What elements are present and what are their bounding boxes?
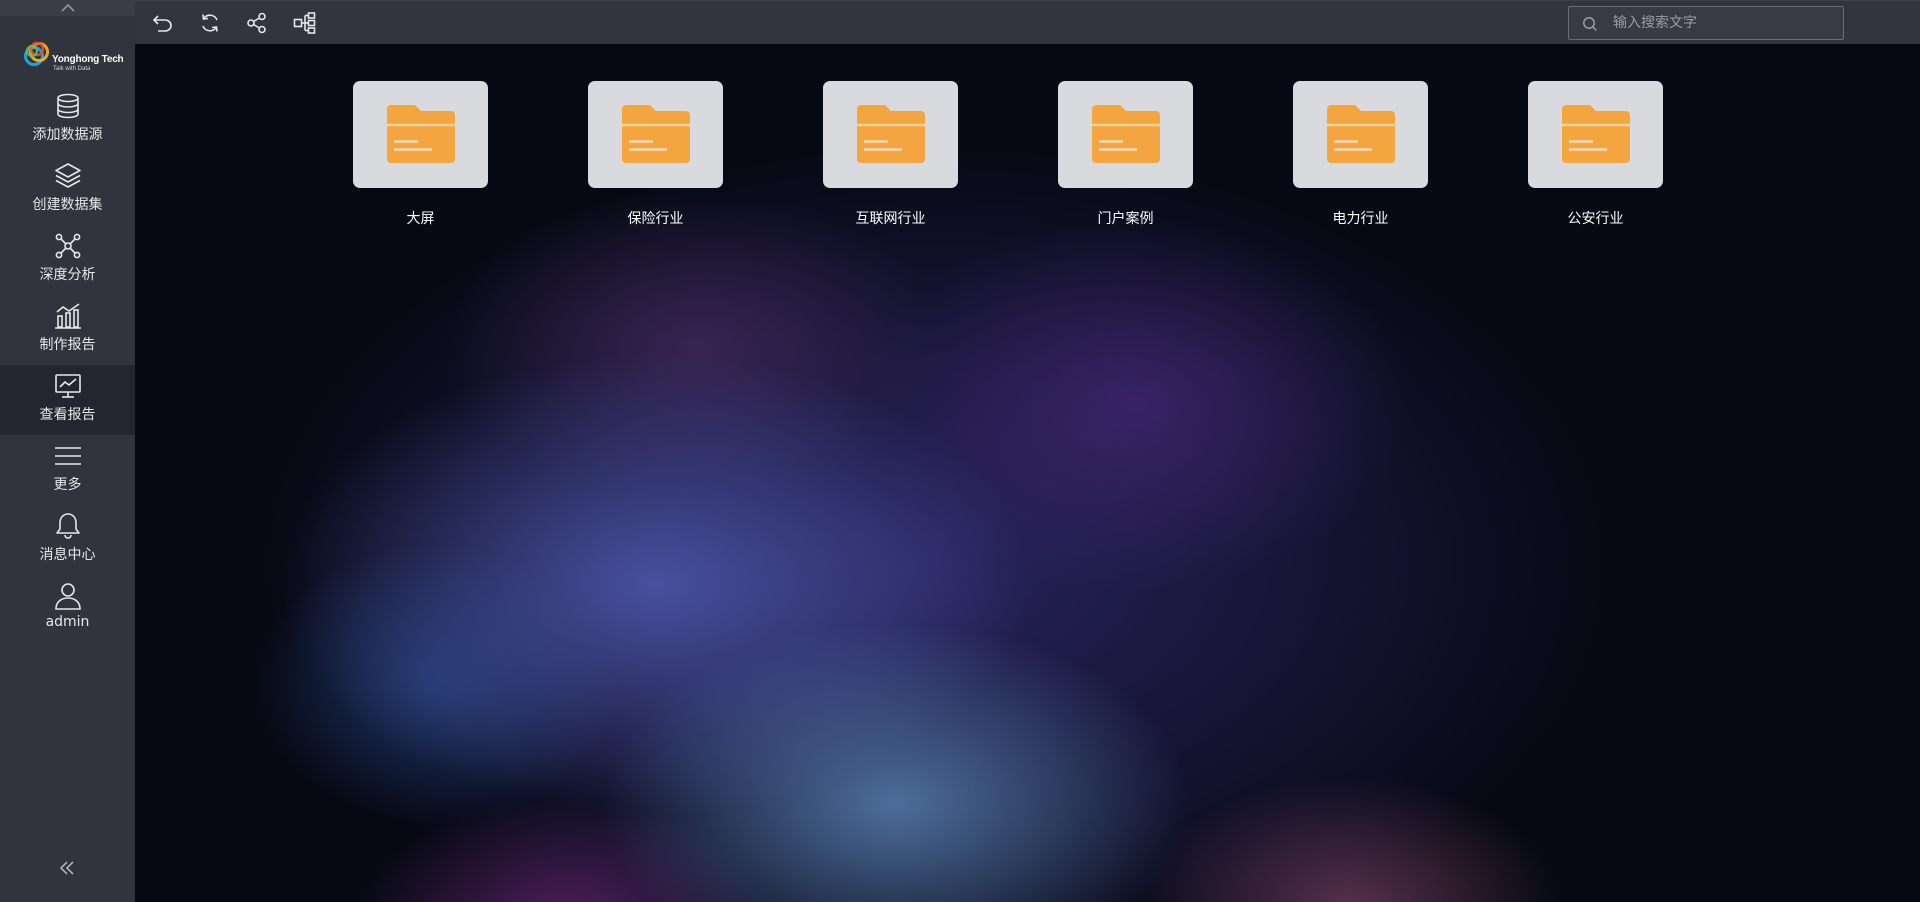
logo-subtitle: Talk with Data bbox=[53, 66, 91, 72]
sidebar-item-label: 更多 bbox=[53, 477, 82, 493]
back-icon bbox=[152, 15, 172, 32]
search-icon bbox=[1583, 17, 1598, 32]
folder-icon bbox=[621, 104, 690, 163]
app-window: Yonghong Tech Talk with Data 添加数据源 创建数据集… bbox=[0, 0, 1920, 902]
menu-lines-icon bbox=[54, 447, 81, 465]
share-button[interactable] bbox=[243, 9, 271, 37]
user-icon bbox=[54, 583, 81, 610]
sidebar-item-label: 消息中心 bbox=[39, 547, 96, 563]
tree-structure-icon bbox=[293, 12, 316, 34]
report-folder-area: 大屏 保险行业 互联网行业 门户案例 电力行业 公安行业 bbox=[135, 44, 1920, 902]
folder-icon bbox=[856, 104, 925, 163]
sidebar-item-add-datasource[interactable]: 添加数据源 bbox=[0, 85, 135, 155]
folder-name: 公安行业 bbox=[1567, 211, 1624, 227]
sidebar-item-deep-analysis[interactable]: 深度分析 bbox=[0, 225, 135, 295]
search-box[interactable] bbox=[1568, 6, 1844, 40]
double-chevron-left-icon bbox=[59, 861, 74, 875]
share-icon bbox=[247, 12, 266, 34]
folder-icon bbox=[1561, 104, 1630, 163]
sidebar-item-label: 查看报告 bbox=[39, 407, 96, 423]
logo-rings-icon bbox=[24, 41, 49, 66]
database-icon bbox=[56, 93, 79, 119]
folder-name: 保险行业 bbox=[627, 211, 684, 227]
folder-tile[interactable] bbox=[1528, 81, 1663, 188]
sidebar-item-create-dataset[interactable]: 创建数据集 bbox=[0, 155, 135, 225]
back-button[interactable] bbox=[149, 9, 177, 37]
sidebar-item-label: 制作报告 bbox=[39, 337, 96, 353]
sidebar-collapse-up-button[interactable] bbox=[0, 0, 135, 16]
folder-tile[interactable] bbox=[1293, 81, 1428, 188]
folder-tile[interactable] bbox=[588, 81, 723, 188]
sidebar-item-label: admin bbox=[45, 614, 90, 630]
folder-tile[interactable] bbox=[823, 81, 958, 188]
folder-item-power[interactable]: 电力行业 bbox=[1293, 81, 1428, 228]
sidebar-item-make-report[interactable]: 制作报告 bbox=[0, 295, 135, 365]
sidebar-item-label: 深度分析 bbox=[39, 267, 96, 283]
folder-icon bbox=[386, 104, 455, 163]
folder-name: 电力行业 bbox=[1332, 211, 1389, 227]
sidebar-item-more[interactable]: 更多 bbox=[0, 435, 135, 505]
folder-item-big-screen[interactable]: 大屏 bbox=[353, 81, 488, 228]
search-input[interactable] bbox=[1611, 12, 1836, 34]
refresh-icon bbox=[202, 14, 218, 32]
folder-name: 大屏 bbox=[406, 211, 435, 227]
sidebar-collapse-button[interactable] bbox=[52, 856, 82, 880]
sidebar-item-user-admin[interactable]: admin bbox=[0, 575, 135, 645]
refresh-button[interactable] bbox=[196, 9, 224, 37]
folder-item-public-security[interactable]: 公安行业 bbox=[1528, 81, 1663, 228]
layers-icon bbox=[54, 163, 81, 188]
logo-text: Yonghong Tech bbox=[52, 54, 124, 65]
folder-name: 互联网行业 bbox=[855, 211, 926, 227]
sidebar-item-view-report[interactable]: 查看报告 bbox=[0, 365, 135, 435]
brand-logo: Yonghong Tech Talk with Data bbox=[22, 32, 124, 76]
folder-tile[interactable] bbox=[353, 81, 488, 188]
sidebar-nav: 添加数据源 创建数据集 深度分析 制作报告 查看报告 更多 消息中心 admin bbox=[0, 85, 135, 645]
sidebar: Yonghong Tech Talk with Data 添加数据源 创建数据集… bbox=[0, 0, 135, 902]
bell-icon bbox=[55, 513, 80, 539]
sidebar-item-message-center[interactable]: 消息中心 bbox=[0, 505, 135, 575]
network-nodes-icon bbox=[55, 233, 80, 259]
folder-item-internet[interactable]: 互联网行业 bbox=[823, 81, 958, 228]
bar-chart-icon bbox=[54, 303, 81, 329]
top-toolbar bbox=[135, 0, 1920, 44]
folder-name: 门户案例 bbox=[1097, 211, 1154, 227]
tree-view-button[interactable] bbox=[291, 9, 319, 37]
folder-icon bbox=[1091, 104, 1160, 163]
sidebar-item-label: 添加数据源 bbox=[32, 127, 103, 143]
folder-item-insurance[interactable]: 保险行业 bbox=[588, 81, 723, 228]
folder-icon bbox=[1326, 104, 1395, 163]
monitor-chart-icon bbox=[54, 374, 81, 398]
chevron-up-icon bbox=[60, 4, 75, 12]
folder-tile[interactable] bbox=[1058, 81, 1193, 188]
sidebar-item-label: 创建数据集 bbox=[32, 197, 103, 213]
folder-item-portal[interactable]: 门户案例 bbox=[1058, 81, 1193, 228]
